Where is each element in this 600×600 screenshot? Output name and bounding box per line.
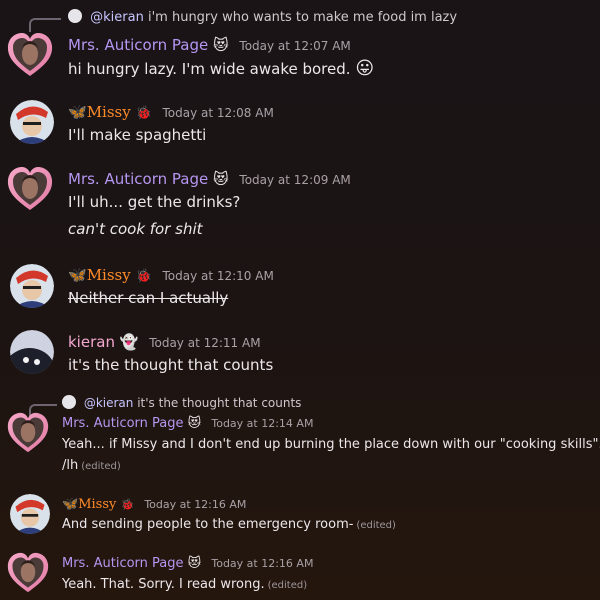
timestamp[interactable]: Today at 12:07 AM [239,39,350,53]
timestamp[interactable]: Today at 12:10 AM [162,269,273,283]
reply-text: it's the thought that counts [137,396,302,410]
heart-avatar[interactable] [6,552,50,594]
message-text-italic: can't cook for shit [68,220,203,238]
author-name[interactable]: Mrs. Auticorn Page [68,36,208,54]
message-text-line-2: /lh (edited) [62,458,121,473]
author-name[interactable]: Mrs. Auticorn Page [68,170,208,188]
message-text-line: And sending people to the emergency room… [62,517,396,532]
timestamp[interactable]: Today at 12:11 AM [149,336,260,350]
butterfly-emoji: 🦋 [62,497,79,512]
author-line: 🦋Missy 🐞 Today at 12:08 AM [68,103,274,121]
reply-preview[interactable]: @kieran i'm hungry who wants to make me … [68,9,457,25]
author-name[interactable]: Missy [87,103,131,121]
heart-eyes-cat-emoji: 😻 [187,556,202,571]
message-text: Yeah. That. Sorry. I read wrong. [62,577,265,592]
timestamp[interactable]: Today at 12:16 AM [211,557,313,570]
author-name[interactable]: kieran [68,333,115,351]
edited-label: (edited) [356,520,396,531]
message-text-strikethrough: Neither can I actually [68,289,229,307]
butterfly-emoji: 🦋 [68,266,87,284]
heart-avatar[interactable] [6,412,50,454]
author-line: Mrs. Auticorn Page 😻 Today at 12:14 AM [62,416,313,431]
reply-avatar [68,9,82,23]
author-line: 🦋Missy 🐞 Today at 12:10 AM [68,266,274,284]
author-name[interactable]: Mrs. Auticorn Page [62,556,184,571]
author-name[interactable]: Missy [87,266,131,284]
ghost-emoji: 👻 [119,333,139,351]
message-text: And sending people to the emergency room… [62,517,354,532]
edited-label: (edited) [267,580,308,591]
message-text: it's the thought that counts [68,356,274,374]
round-avatar[interactable] [10,494,50,534]
message-text: Yeah... if Missy and I don't end up burn… [62,437,600,452]
timestamp[interactable]: Today at 12:16 AM [144,498,246,511]
heart-eyes-cat-emoji: 😻 [212,36,229,54]
ladybug-emoji: 🐞 [120,498,135,511]
reply-mention[interactable]: @kieran [90,10,144,25]
ladybug-emoji: 🐞 [135,106,152,121]
heart-avatar[interactable] [6,32,54,78]
message-text: hi hungry lazy. I'm wide awake bored. [68,60,351,78]
author-line: kieran 👻 Today at 12:11 AM [68,333,261,351]
heart-avatar[interactable] [6,166,54,212]
round-avatar[interactable] [10,264,54,308]
butterfly-emoji: 🦋 [68,103,87,121]
reply-mention[interactable]: @kieran [84,396,134,410]
heart-eyes-cat-emoji: 😻 [212,170,229,188]
author-line: Mrs. Auticorn Page 😻 Today at 12:16 AM [62,556,313,571]
author-name[interactable]: Mrs. Auticorn Page [62,416,184,431]
message-text-line: Yeah. That. Sorry. I read wrong. (edited) [62,577,307,592]
heart-eyes-cat-emoji: 😻 [187,416,202,431]
ladybug-emoji: 🐞 [135,269,152,284]
timestamp[interactable]: Today at 12:14 AM [211,417,313,430]
tongue-face-emoji: 😛 [355,58,375,79]
author-line: Mrs. Auticorn Page 😻 Today at 12:09 AM [68,170,351,188]
edited-label: (edited) [81,461,121,472]
author-line: 🦋Missy 🐞 Today at 12:16 AM [62,497,246,512]
round-avatar[interactable] [10,100,54,144]
author-line: Mrs. Auticorn Page 😻 Today at 12:07 AM [68,36,351,54]
message-text: /lh [62,458,79,473]
message-text-line: hi hungry lazy. I'm wide awake bored. 😛 [68,58,374,79]
timestamp[interactable]: Today at 12:08 AM [162,106,273,120]
reply-connector [29,18,61,32]
message-text: I'll make spaghetti [68,126,207,144]
reply-preview[interactable]: @kieran it's the thought that counts [62,395,301,410]
message-text: I'll uh... get the drinks? [68,193,241,211]
author-name[interactable]: Missy [78,497,116,512]
timestamp[interactable]: Today at 12:09 AM [239,173,350,187]
reply-avatar [62,395,76,409]
reply-text: i'm hungry who wants to make me food im … [147,10,458,25]
round-avatar[interactable] [10,330,54,374]
